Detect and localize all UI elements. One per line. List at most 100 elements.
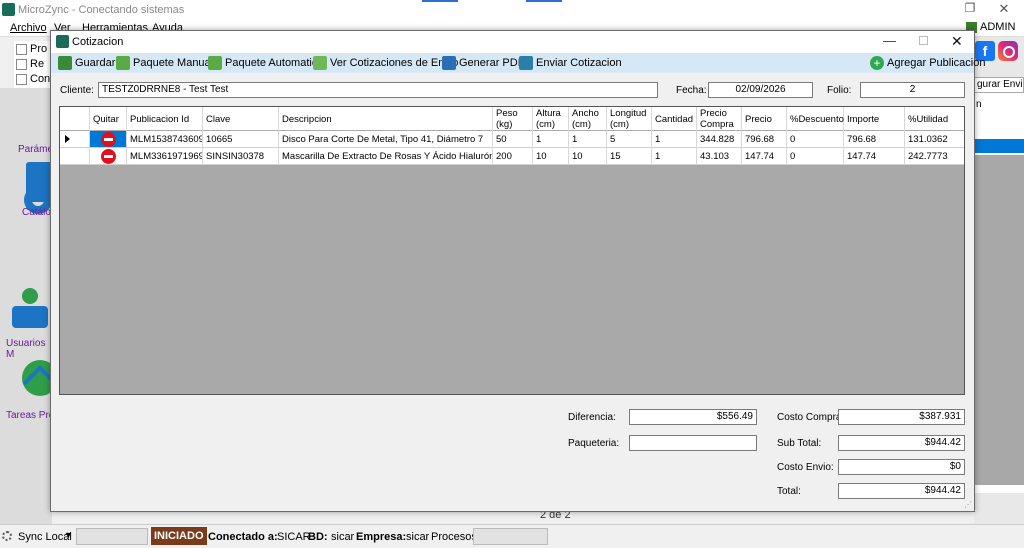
cell-altura[interactable]: 10 (533, 148, 569, 165)
cell-descuento[interactable]: 0 (787, 148, 844, 165)
guardar-label: Guardar (75, 56, 116, 69)
costo-compra-label: Costo Compra: (777, 412, 845, 423)
col-precio-compra[interactable]: Precio Compra (697, 107, 742, 131)
ver-cotizaciones-label: Ver Cotizaciones de Envio (330, 56, 459, 69)
cell-descripcion[interactable]: Disco Para Corte De Metal, Tipo 41, Diám… (279, 131, 493, 148)
tasks-icon[interactable] (18, 354, 52, 400)
right-list-empty-area (974, 155, 1024, 485)
table-row[interactable]: MLM1538743609 10665 Disco Para Corte De … (60, 131, 964, 148)
cliente-label: Cliente: (60, 85, 94, 96)
folio-field[interactable]: 2 (860, 82, 965, 98)
cell-descuento[interactable]: 0 (787, 131, 844, 148)
tree-item[interactable]: Pro (16, 43, 47, 55)
sidebar-item-tareas[interactable]: Tareas Pro (6, 410, 56, 421)
col-longitud[interactable]: Longitud (cm) (607, 107, 652, 131)
guardar-button[interactable]: Guardar (58, 56, 115, 71)
col-quitar[interactable]: Quitar (90, 107, 127, 131)
cell-precio[interactable]: 796.68 (742, 131, 787, 148)
minimize-icon[interactable]: — (883, 33, 896, 48)
col-altura[interactable]: Altura (cm) (533, 107, 569, 131)
fecha-label: Fecha: (676, 85, 707, 96)
remove-icon[interactable] (101, 149, 116, 164)
col-precio[interactable]: Precio (742, 107, 787, 131)
instagram-icon[interactable] (998, 41, 1018, 61)
right-list-selected-row[interactable] (974, 139, 1024, 153)
cell-precio-compra[interactable]: 43.103 (697, 148, 742, 165)
paquete-manual-button[interactable]: Paquete Manual (116, 56, 213, 71)
sub-total-field[interactable]: $944.42 (838, 435, 965, 451)
cell-altura[interactable]: 1 (533, 131, 569, 148)
total-label: Total: (777, 486, 801, 497)
col-ancho[interactable]: Ancho (cm) (569, 107, 607, 131)
quitar-cell[interactable] (90, 148, 127, 165)
paqueteria-field[interactable] (629, 435, 757, 451)
tree-item-label: Pro (30, 43, 48, 55)
right-tab[interactable]: gurar Envio (974, 77, 1024, 93)
tree-item[interactable]: Con (16, 73, 50, 85)
cell-longitud[interactable]: 15 (607, 148, 652, 165)
cell-precio-compra[interactable]: 344.828 (697, 131, 742, 148)
conectado-value: SICAR (277, 531, 311, 543)
col-descripcion[interactable]: Descripcion (279, 107, 493, 131)
cell-longitud[interactable]: 5 (607, 131, 652, 148)
main-window-title: MicroZync - Conectando sistemas (18, 4, 185, 16)
table-row[interactable]: MLM3361971969 SINSIN30378 Mascarilla De … (60, 148, 964, 165)
col-importe[interactable]: Importe (844, 107, 905, 131)
ver-cotizaciones-button[interactable]: Ver Cotizaciones de Envio (313, 56, 458, 71)
resize-grip-icon[interactable]: ⋰ (964, 500, 972, 509)
tree-item[interactable]: Re (16, 58, 44, 70)
quitar-cell[interactable] (90, 131, 127, 148)
cell-publicacion[interactable]: MLM1538743609 (127, 131, 203, 148)
cell-clave[interactable]: SINSIN30378 (203, 148, 279, 165)
status-bar: Sync Local ▼ INICIADO Conectado a: SICAR… (0, 524, 1024, 548)
tree-item-label: Re (30, 58, 45, 70)
cell-importe[interactable]: 147.74 (844, 148, 905, 165)
close-icon[interactable]: ✕ (951, 33, 963, 50)
cell-peso[interactable]: 50 (493, 131, 533, 148)
col-utilidad[interactable]: %Utilidad (905, 107, 964, 131)
maximize-icon[interactable] (919, 36, 928, 45)
cell-descripcion[interactable]: Mascarilla De Extracto De Rosas Y Ácido … (279, 148, 493, 165)
right-list-item[interactable]: n (976, 99, 982, 110)
catalog-icon[interactable] (26, 162, 52, 202)
row-selector[interactable] (60, 131, 90, 148)
cell-peso[interactable]: 200 (493, 148, 533, 165)
enviar-cotizacion-button[interactable]: Enviar Cotizacion (519, 56, 622, 71)
cliente-field[interactable]: TESTZ0DRRNE8 - Test Test (98, 82, 658, 98)
cell-precio[interactable]: 147.74 (742, 148, 787, 165)
fecha-field[interactable]: 02/09/2026 (708, 82, 813, 98)
col-peso[interactable]: Peso (kg) (493, 107, 533, 131)
cell-publicacion[interactable]: MLM3361971969 (127, 148, 203, 165)
close-icon[interactable]: ✕ (996, 1, 1012, 17)
bd-label: BD: (308, 531, 328, 543)
chevron-down-icon[interactable]: ▼ (64, 530, 73, 540)
folder-icon (16, 43, 27, 55)
agregar-publicacion-button[interactable]: + Agregar Publicacion (870, 56, 985, 71)
cell-cantidad[interactable]: 1 (652, 131, 697, 148)
cell-cantidad[interactable]: 1 (652, 148, 697, 165)
cell-utilidad[interactable]: 242.7773 (905, 148, 964, 165)
dialog-title: Cotizacion (72, 36, 124, 48)
cell-ancho[interactable]: 10 (569, 148, 607, 165)
diferencia-field[interactable]: $556.49 (629, 409, 757, 425)
cell-utilidad[interactable]: 131.0362 (905, 131, 964, 148)
cell-ancho[interactable]: 1 (569, 131, 607, 148)
user-icon[interactable] (10, 286, 52, 332)
cell-importe[interactable]: 796.68 (844, 131, 905, 148)
col-publicacion[interactable]: Publicacion Id (127, 107, 203, 131)
generar-pdf-button[interactable]: Generar PDF (442, 56, 524, 71)
remove-icon[interactable] (101, 132, 116, 147)
pdf-icon (442, 56, 456, 70)
menu-archivo[interactable]: Archivo (10, 22, 47, 34)
cell-clave[interactable]: 10665 (203, 131, 279, 148)
col-cantidad[interactable]: Cantidad (652, 107, 697, 131)
costo-envio-field[interactable]: $0 (838, 459, 965, 475)
col-descuento[interactable]: %Descuento (787, 107, 844, 131)
restore-icon[interactable]: ❐ (962, 1, 978, 17)
diferencia-label: Diferencia: (568, 412, 616, 423)
costo-compra-field[interactable]: $387.931 (838, 409, 965, 425)
total-field[interactable]: $944.42 (838, 483, 965, 499)
col-clave[interactable]: Clave (203, 107, 279, 131)
paquete-automatico-button[interactable]: Paquete Automatico (208, 56, 323, 71)
row-selector[interactable] (60, 148, 90, 165)
